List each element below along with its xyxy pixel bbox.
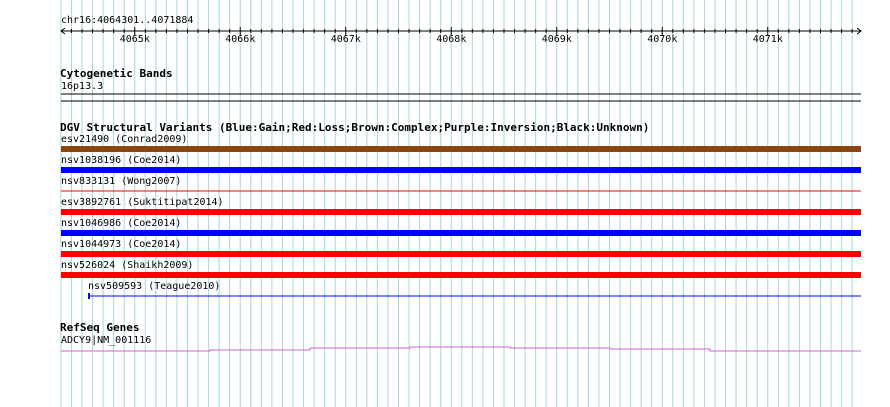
variant-bar (61, 167, 861, 173)
dgv-track-title: DGV Structural Variants (Blue:Gain;Red:L… (60, 121, 650, 134)
variant-bar (61, 146, 861, 152)
ruler-tick-label: 4068k (436, 34, 467, 45)
variant-label[interactable]: nsv526024 (Shaikh2009) (61, 260, 193, 272)
variant-label[interactable]: esv21490 (Conrad2009) (61, 134, 187, 146)
ruler-tick-label: 4069k (541, 34, 572, 45)
ruler-tick-label: 4067k (330, 34, 361, 45)
location-label: chr16:4064301..4071884 (61, 15, 194, 26)
variant-label[interactable]: nsv1046986 (Coe2014) (61, 218, 181, 230)
variant-bar (61, 251, 861, 257)
ruler-tick-label: 4066k (225, 34, 256, 45)
cytoband-label: 16p13.3 (61, 81, 104, 92)
ruler-tick-label: 4065k (119, 34, 150, 45)
variant-label[interactable]: esv3892761 (Suktitipat2014) (61, 197, 224, 209)
variant-bar (61, 209, 861, 215)
variant-label[interactable]: nsv1038196 (Coe2014) (61, 155, 181, 167)
variant-start-mark (88, 293, 90, 299)
refseq-track-title: RefSeq Genes (60, 321, 140, 334)
variant-label[interactable]: nsv833131 (Wong2007) (61, 176, 181, 188)
genome-browser-view[interactable]: chr16:4064301..4071884 Cytogenetic Bands… (0, 0, 890, 407)
variant-label[interactable]: nsv509593 (Teague2010) (88, 281, 220, 293)
cytoband-track-title: Cytogenetic Bands (60, 67, 173, 80)
ruler-tick-label: 4071k (752, 34, 783, 45)
gene-label[interactable]: ADCY9|NM_001116 (61, 335, 151, 347)
variant-bar (61, 190, 861, 192)
variant-bar (61, 272, 861, 278)
ruler-tick-label: 4070k (647, 34, 678, 45)
gene-model (61, 346, 861, 352)
variant-bar (61, 230, 861, 236)
variant-label[interactable]: nsv1044973 (Coe2014) (61, 239, 181, 251)
